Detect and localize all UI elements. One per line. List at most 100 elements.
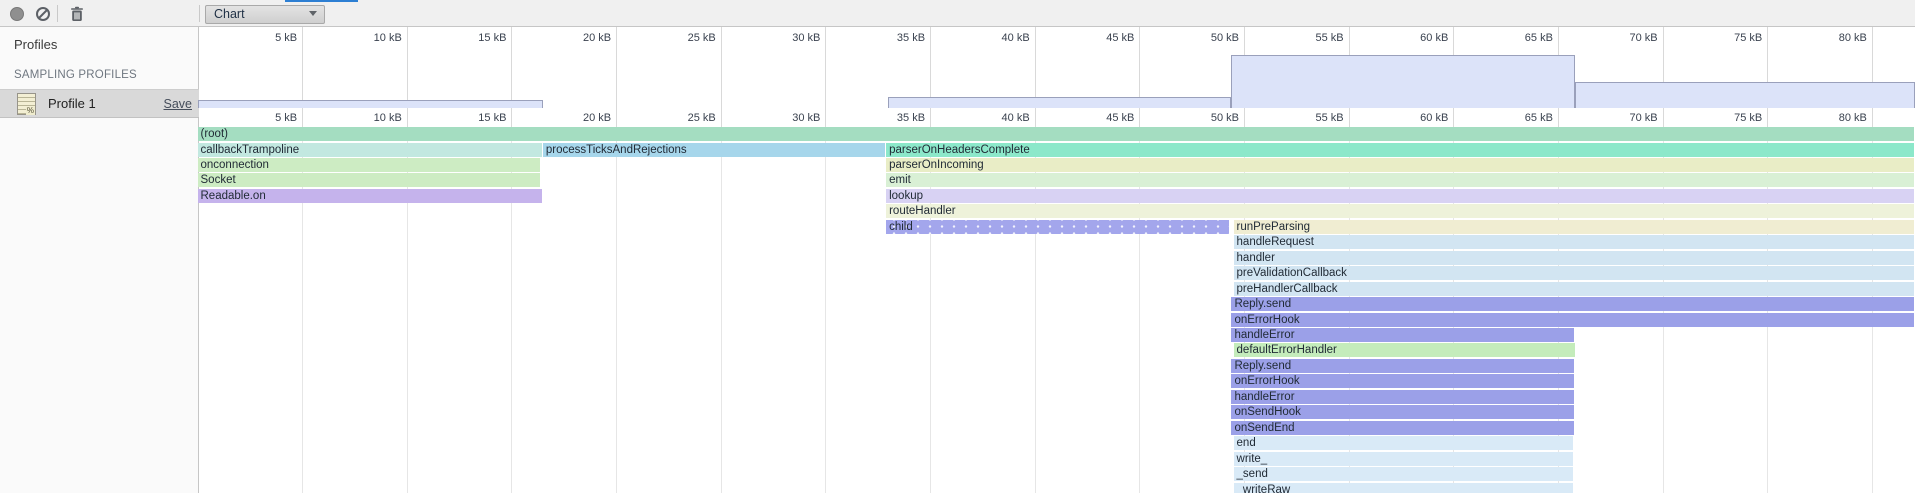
flame-bar-handler[interactable]: handler	[1234, 251, 1914, 265]
overview-gridline	[930, 27, 931, 108]
flame-tick-label: 45 kB	[1074, 112, 1134, 124]
flame-ruler-gridline	[1872, 108, 1873, 127]
flame-ruler-gridline	[825, 108, 826, 127]
flame-chart: (root) callbackTrampolineprocessTicksAndR…	[199, 127, 1915, 493]
overview-gridline	[302, 27, 303, 108]
overview-tick-label: 80 kB	[1807, 32, 1867, 44]
flame-bar-parseronincoming[interactable]: parserOnIncoming	[886, 158, 1914, 172]
record-icon[interactable]	[10, 7, 24, 21]
overview-gridline	[721, 27, 722, 108]
profiler-window: Chart Profiles SAMPLING PROFILES % Profi…	[0, 0, 1915, 493]
flame-ruler-gridline	[302, 108, 303, 127]
flame-tick-label: 65 kB	[1493, 112, 1553, 124]
overview-tick-label: 35 kB	[865, 32, 925, 44]
flame-bar-reply-send[interactable]: Reply.send	[1231, 297, 1914, 311]
flame-bar-emit[interactable]: emit	[886, 173, 1914, 187]
sidebar-item-profile-1[interactable]: % Profile 1 Save	[0, 89, 199, 118]
flame-ruler-gridline	[1453, 108, 1454, 127]
flame-ruler: 5 kB10 kB15 kB20 kB25 kB30 kB35 kB40 kB4…	[199, 108, 1915, 127]
flame-ruler-gridline	[1244, 108, 1245, 127]
memory-overview[interactable]: 5 kB10 kB15 kB20 kB25 kB30 kB35 kB40 kB4…	[199, 27, 1915, 109]
flame-ruler-gridline	[1767, 108, 1768, 127]
flame-bar-handlerequest[interactable]: handleRequest	[1234, 235, 1914, 249]
overview-tick-label: 10 kB	[342, 32, 402, 44]
profile-name: Profile 1	[48, 96, 96, 111]
flame-bar-reply-send[interactable]: Reply.send	[1231, 359, 1573, 373]
flame-tick-label: 30 kB	[760, 112, 820, 124]
flame-tick-label: 80 kB	[1807, 112, 1867, 124]
flame-tick-label: 35 kB	[865, 112, 925, 124]
overview-tick-label: 55 kB	[1284, 32, 1344, 44]
flame-tick-label: 60 kB	[1388, 112, 1448, 124]
flame-bar-onsendhook[interactable]: onSendHook	[1231, 405, 1573, 419]
view-selector-dropdown[interactable]: Chart	[205, 5, 325, 24]
overview-gridline	[825, 27, 826, 108]
flame-ruler-gridline	[721, 108, 722, 127]
overview-gridline	[616, 27, 617, 108]
flame-gridline	[721, 127, 722, 493]
flame-bar--root-[interactable]: (root)	[198, 127, 1915, 141]
chevron-down-icon	[309, 11, 317, 16]
overview-tick-label: 20 kB	[551, 32, 611, 44]
flame-bar-onerrorhook[interactable]: onErrorHook	[1231, 313, 1914, 327]
flame-tick-label: 75 kB	[1702, 112, 1762, 124]
flame-ruler-gridline	[1663, 108, 1664, 127]
flame-tick-label: 40 kB	[970, 112, 1030, 124]
sidebar-title: Profiles	[14, 37, 57, 52]
overview-tick-label: 60 kB	[1388, 32, 1448, 44]
overview-tick-label: 15 kB	[446, 32, 506, 44]
view-selector-value: Chart	[214, 7, 245, 21]
flame-bar-readable-on[interactable]: Readable.on	[198, 189, 542, 203]
flame-bar-handleerror[interactable]: handleError	[1231, 390, 1573, 404]
overview-gridline	[1035, 27, 1036, 108]
flame-bar-prehandlercallback[interactable]: preHandlerCallback	[1234, 282, 1914, 296]
flame-bar-lookup[interactable]: lookup	[886, 189, 1914, 203]
flame-bar-socket[interactable]: Socket	[198, 173, 540, 187]
flame-tick-label: 10 kB	[342, 112, 402, 124]
flame-bar-end[interactable]: end	[1234, 436, 1573, 450]
overview-tick-label: 50 kB	[1179, 32, 1239, 44]
save-link[interactable]: Save	[164, 97, 193, 111]
flame-ruler-gridline	[1139, 108, 1140, 127]
flame-bar-prevalidationcallback[interactable]: preValidationCallback	[1234, 266, 1914, 280]
overview-band[interactable]	[888, 97, 1231, 108]
overview-tick-label: 70 kB	[1598, 32, 1658, 44]
flame-ruler-gridline	[930, 108, 931, 127]
overview-tick-label: 25 kB	[656, 32, 716, 44]
overview-band[interactable]	[198, 100, 543, 108]
overview-gridline	[407, 27, 408, 108]
flame-bar--send[interactable]: _send	[1234, 467, 1573, 481]
flame-bar-onerrorhook[interactable]: onErrorHook	[1231, 374, 1573, 388]
flame-bar-parseronheaderscomplete[interactable]: parserOnHeadersComplete	[886, 143, 1914, 157]
overview-band[interactable]	[1231, 55, 1574, 108]
flame-tick-label: 70 kB	[1598, 112, 1658, 124]
flame-bar-defaulterrorhandler[interactable]: defaultErrorHandler	[1234, 343, 1575, 357]
flame-tick-label: 15 kB	[446, 112, 506, 124]
flame-bar-child[interactable]: child	[886, 220, 1229, 234]
flame-bar-onsendend[interactable]: onSendEnd	[1231, 421, 1573, 435]
trash-icon[interactable]	[69, 6, 85, 22]
flame-bar--writeraw[interactable]: _writeRaw	[1234, 483, 1573, 493]
flame-bar-handleerror[interactable]: handleError	[1231, 328, 1573, 342]
flame-ruler-gridline	[407, 108, 408, 127]
flame-bar-routehandler[interactable]: routeHandler	[886, 204, 1914, 218]
overview-tick-label: 30 kB	[760, 32, 820, 44]
sampling-profiles-section-label: SAMPLING PROFILES	[14, 69, 137, 81]
flame-bar-processticksandrejections[interactable]: processTicksAndRejections	[543, 143, 885, 157]
toolbar-divider	[57, 5, 58, 22]
overview-band[interactable]	[1575, 82, 1915, 108]
overview-tick-label: 65 kB	[1493, 32, 1553, 44]
overview-tick-label: 75 kB	[1702, 32, 1762, 44]
flame-ruler-gridline	[511, 108, 512, 127]
flame-tick-label: 50 kB	[1179, 112, 1239, 124]
flame-bar-onconnection[interactable]: onconnection	[198, 158, 540, 172]
flame-ruler-gridline	[616, 108, 617, 127]
flame-ruler-gridline	[1035, 108, 1036, 127]
clear-icon[interactable]	[36, 7, 50, 21]
spreadsheet-percent-icon: %	[17, 93, 36, 115]
sidebar: Profiles SAMPLING PROFILES % Profile 1 S…	[0, 27, 199, 493]
flame-bar-callbacktrampoline[interactable]: callbackTrampoline	[198, 143, 542, 157]
flame-bar-write-[interactable]: write_	[1234, 452, 1573, 466]
flame-bar-runpreparsing[interactable]: runPreParsing	[1234, 220, 1914, 234]
overview-gridline	[1139, 27, 1140, 108]
